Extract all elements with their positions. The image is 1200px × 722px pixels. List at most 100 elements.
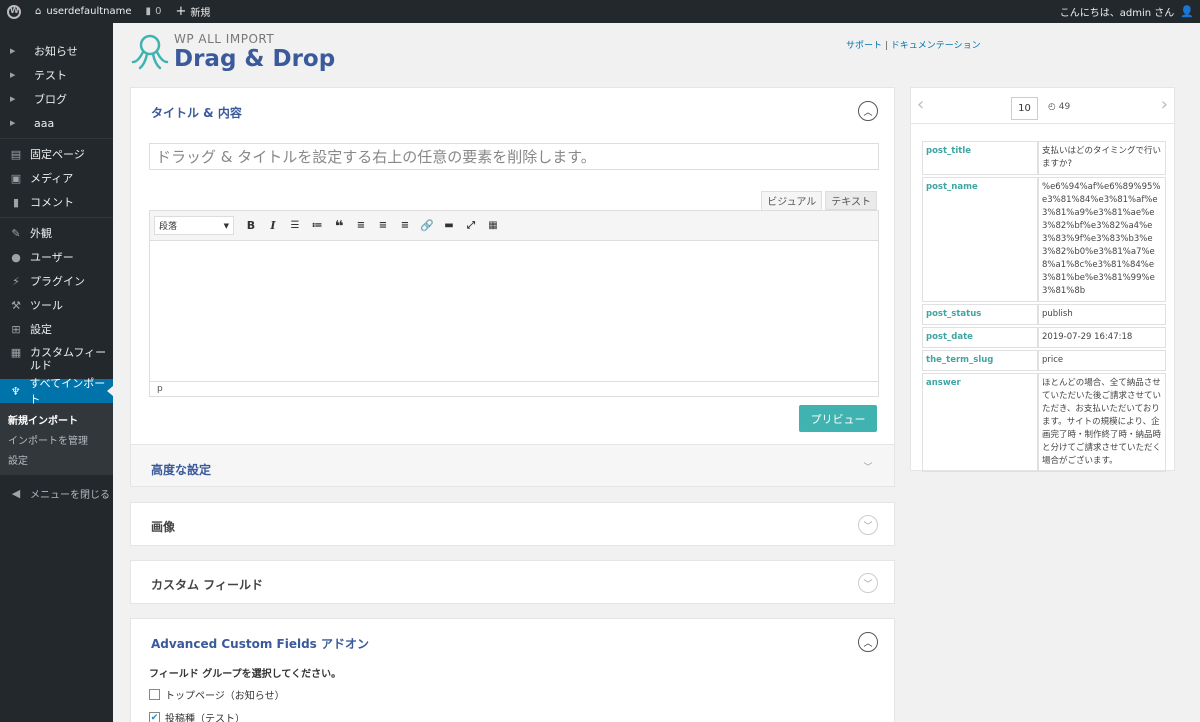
- admin-bar: ⌂ userdefaultname ▮ 0 + 新規 こんにちは、admin さ…: [0, 0, 1200, 23]
- align-right-icon[interactable]: ≡: [394, 215, 416, 237]
- record-value[interactable]: price: [1038, 350, 1166, 371]
- documentation-link[interactable]: ドキュメンテーション: [891, 41, 981, 51]
- collapse-icon: ◀: [11, 486, 21, 500]
- collapse-menu-button[interactable]: ◀ メニューを閉じる: [0, 481, 113, 505]
- numbered-list-icon[interactable]: ≔: [306, 215, 328, 237]
- submenu-manage-imports[interactable]: インポートを管理: [0, 429, 113, 449]
- record-value[interactable]: ほとんどの場合、全て納品させていただいた後ご請求させていただき、お支払いただいて…: [1038, 373, 1166, 472]
- dropdown-arrow-icon: ▼: [223, 221, 229, 230]
- wp-logo-menu[interactable]: [0, 0, 28, 23]
- chevron-down-icon[interactable]: ﹀: [858, 515, 878, 535]
- align-left-icon[interactable]: ≡: [350, 215, 372, 237]
- sidebar-item-settings[interactable]: ⊞ 設定: [0, 317, 113, 341]
- tab-visual[interactable]: ビジュアル: [761, 191, 823, 210]
- sidebar-item-all-import[interactable]: ♆ すべてインポート: [0, 377, 113, 406]
- logo-title: Drag & Drop: [174, 46, 336, 72]
- record-key[interactable]: answer: [922, 373, 1038, 472]
- record-value[interactable]: 支払いはどのタイミングで行いますか?: [1038, 141, 1166, 175]
- collapse-toggle-chevron-up-icon[interactable]: ︿: [858, 632, 878, 652]
- editor-content-area[interactable]: [150, 241, 878, 381]
- custom-fields-panel[interactable]: カスタム フィールド ﹀: [130, 560, 895, 604]
- title-input[interactable]: ドラッグ & タイトルを設定する右上の任意の要素を削除します。: [149, 143, 879, 170]
- support-link[interactable]: サポート: [846, 41, 882, 51]
- record-total-value: 49: [1058, 102, 1071, 112]
- field-group-option[interactable]: トップページ（お知らせ）: [149, 687, 285, 702]
- wp-all-import-logo: WP ALL IMPORT Drag & Drop: [130, 32, 335, 72]
- field-group-label: フィールド グループを選択してください。: [149, 669, 342, 680]
- preview-button[interactable]: プリビュー: [799, 405, 877, 432]
- sidebar-item-media[interactable]: ▣ メディア: [0, 166, 113, 190]
- record-preview-panel: ‹ 10 ◴ 49 › post_title 支払いはどのタイミングで行いますか?…: [910, 87, 1175, 472]
- sidebar-item-custom-fields[interactable]: ▦ カスタムフィールド: [0, 341, 113, 379]
- triangle-right-icon: ▶: [10, 47, 16, 55]
- format-select[interactable]: 段落 ▼: [154, 216, 234, 235]
- submenu-new-import[interactable]: 新規インポート: [0, 409, 113, 429]
- sidebar-item-blog[interactable]: ▶ ブログ: [0, 87, 113, 111]
- tab-text[interactable]: テキスト: [825, 191, 877, 210]
- record-key[interactable]: the_term_slug: [922, 350, 1038, 371]
- next-record-chevron-right-icon[interactable]: ›: [1161, 94, 1168, 115]
- plugin-icon: ⚡: [12, 274, 20, 288]
- custom-fields-icon: ▦: [10, 346, 22, 359]
- site-name-link[interactable]: ⌂ userdefaultname: [28, 0, 139, 23]
- align-center-icon[interactable]: ≡: [372, 215, 394, 237]
- sidebar-item-tools[interactable]: ⚒ ツール: [0, 293, 113, 317]
- format-select-value: 段落: [159, 222, 178, 232]
- editor-toolbar: 段落 ▼ B I ☰ ≔ ❝ ≡ ≡ ≡ 🔗 ▬ ⤢ ▦: [150, 211, 878, 241]
- advanced-settings-section[interactable]: 高度な設定 ﹀: [131, 444, 894, 486]
- sidebar-item-label: プラグイン: [30, 275, 85, 288]
- sidebar-item-label: テスト: [34, 69, 67, 82]
- sidebar-separator: [0, 138, 113, 139]
- sidebar-item-aaa[interactable]: ▶ aaa: [0, 111, 113, 135]
- italic-icon[interactable]: I: [262, 215, 284, 237]
- new-content-link[interactable]: + 新規: [168, 0, 217, 23]
- my-account-menu[interactable]: こんにちは、admin さん 👤: [1060, 4, 1200, 19]
- record-key[interactable]: post_name: [922, 177, 1038, 302]
- field-group-option[interactable]: ✔ 投稿種（テスト）: [149, 710, 245, 722]
- acf-addon-panel: Advanced Custom Fields アドオン ︿ フィールド グループ…: [130, 618, 895, 722]
- record-key[interactable]: post_title: [922, 141, 1038, 175]
- sidebar-item-users[interactable]: ● ユーザー: [0, 245, 113, 269]
- toolbar-toggle-icon[interactable]: ▦: [482, 215, 504, 237]
- sidebar-separator: [0, 217, 113, 218]
- sidebar-item-pages[interactable]: ▤ 固定ページ: [0, 142, 113, 166]
- user-avatar-icon: 👤: [1180, 5, 1194, 18]
- record-value[interactable]: 2019-07-29 16:47:18: [1038, 327, 1166, 348]
- sidebar-item-plugins[interactable]: ⚡ プラグイン: [0, 269, 113, 293]
- table-row: post_name %e6%94%af%e6%89%95%e3%81%84%e3%…: [922, 177, 1166, 302]
- checkbox[interactable]: [149, 689, 160, 700]
- submenu-settings[interactable]: 設定: [0, 449, 113, 469]
- chevron-down-icon[interactable]: ﹀: [858, 573, 878, 593]
- images-panel[interactable]: 画像 ﹀: [130, 502, 895, 546]
- table-row: post_status publish: [922, 304, 1166, 325]
- panel-title: カスタム フィールド: [151, 578, 263, 592]
- sidebar-item-label: お知らせ: [34, 45, 78, 58]
- record-number-input[interactable]: 10: [1011, 97, 1038, 120]
- sidebar-item-appearance[interactable]: ✎ 外観: [0, 221, 113, 245]
- chevron-down-icon[interactable]: ﹀: [858, 456, 878, 476]
- previous-record-chevron-left-icon[interactable]: ‹: [917, 94, 924, 115]
- record-key[interactable]: post_date: [922, 327, 1038, 348]
- comments-count: 0: [155, 6, 162, 17]
- sidebar-item-label: すべてインポート: [29, 377, 106, 406]
- record-value[interactable]: publish: [1038, 304, 1166, 325]
- fullscreen-icon[interactable]: ⤢: [460, 215, 482, 237]
- record-key[interactable]: post_status: [922, 304, 1038, 325]
- site-name: userdefaultname: [46, 6, 132, 17]
- collapse-toggle-chevron-up-icon[interactable]: ︿: [858, 101, 878, 121]
- logo-subtitle: WP ALL IMPORT: [174, 32, 275, 46]
- sidebar-item-test[interactable]: ▶ テスト: [0, 63, 113, 87]
- blockquote-icon[interactable]: ❝: [328, 215, 350, 237]
- record-value[interactable]: %e6%94%af%e6%89%95%e3%81%84%e3%81%af%e3%…: [1038, 177, 1166, 302]
- import-icon: ♆: [10, 384, 21, 398]
- comments-link[interactable]: ▮ 0: [139, 0, 169, 23]
- checkbox-checked[interactable]: ✔: [149, 712, 160, 722]
- bold-icon[interactable]: B: [240, 215, 262, 237]
- sidebar-item-comments[interactable]: ▮ コメント: [0, 190, 113, 214]
- read-more-icon[interactable]: ▬: [438, 215, 460, 237]
- link-icon[interactable]: 🔗: [416, 215, 438, 237]
- table-row: post_title 支払いはどのタイミングで行いますか?: [922, 141, 1166, 175]
- bullet-list-icon[interactable]: ☰: [284, 215, 306, 237]
- editor-tabs: ビジュアル テキスト: [761, 191, 877, 210]
- sidebar-item-news[interactable]: ▶ お知らせ: [0, 39, 113, 63]
